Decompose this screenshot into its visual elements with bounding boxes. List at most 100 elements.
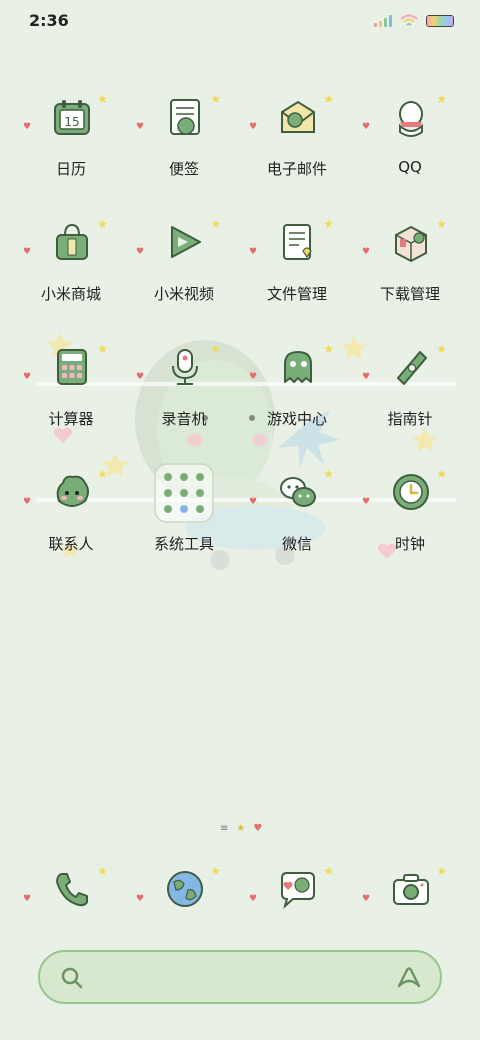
heart-icon: ♥ <box>362 497 371 507</box>
system-tools-folder-icon <box>154 463 214 523</box>
menu-lines-icon: ≡ <box>220 823 229 834</box>
game-center-icon <box>284 351 312 383</box>
app-label: 系统工具 <box>153 535 214 553</box>
app-email[interactable]: ♥ ★ 电子邮件 <box>242 88 352 198</box>
heart-icon: ♥ <box>136 372 145 382</box>
app-label: 计算器 <box>48 410 94 428</box>
star-icon: ★ <box>436 864 447 878</box>
phone-icon <box>56 873 88 907</box>
star-icon: ★ <box>436 467 447 481</box>
heart-icon: ♥ <box>249 122 258 132</box>
dock-phone[interactable]: ♥ ★ <box>16 860 126 930</box>
app-label: 录音机 <box>161 410 207 428</box>
app-label: 下载管理 <box>379 285 440 303</box>
heart-icon: ♥ <box>362 372 371 382</box>
app-label: 小米视频 <box>153 285 214 303</box>
app-system-tools-folder[interactable]: 系统工具 <box>129 463 239 573</box>
mi-video-icon <box>171 226 201 258</box>
app-label: 小米商城 <box>40 285 101 303</box>
calendar-icon: 15 <box>54 100 90 135</box>
app-contacts[interactable]: ♥ ★ 联系人 <box>16 463 126 573</box>
heart-icon: ♥ <box>249 372 258 382</box>
app-mi-store[interactable]: ♥ ★ 小米商城 <box>16 213 126 323</box>
dock-camera[interactable]: ♥ ★ <box>355 860 465 930</box>
star-icon: ★ <box>210 864 221 878</box>
app-game-center[interactable]: ♥ ★ 游戏中心 <box>242 338 352 448</box>
heart-icon: ♥ <box>249 247 258 257</box>
app-file-manager[interactable]: ♥ ★ 文件管理 <box>242 213 352 323</box>
status-icons <box>374 14 454 28</box>
app-recorder[interactable]: ♥ ★ 录音机 <box>129 338 239 448</box>
heart-icon: ♥ <box>136 894 145 904</box>
camera-icon <box>393 874 429 905</box>
star-icon: ★ <box>210 92 221 106</box>
star-icon: ★ <box>210 342 221 356</box>
heart-icon: ♥ <box>362 894 371 904</box>
heart-icon: ♥ <box>136 247 145 257</box>
star-page-dot-icon: ★ <box>236 823 246 834</box>
star-icon: ★ <box>323 864 334 878</box>
heart-icon: ♥ <box>23 497 32 507</box>
app-label: 微信 <box>281 535 312 553</box>
heart-icon: ♥ <box>249 894 258 904</box>
dock-messages[interactable]: ♥ ★ <box>242 860 352 930</box>
dock-browser[interactable]: ♥ ★ <box>129 860 239 930</box>
app-downloads[interactable]: ♥ ★ 下载管理 <box>355 213 465 323</box>
search-icon[interactable] <box>60 966 84 990</box>
wechat-icon <box>280 477 316 507</box>
assistant-icon[interactable] <box>396 966 422 990</box>
mi-store-icon <box>56 223 88 260</box>
star-icon: ★ <box>323 92 334 106</box>
star-icon: ★ <box>323 467 334 481</box>
signal-icon <box>374 15 392 27</box>
app-calendar[interactable]: ♥ ★ 15 日历 <box>16 88 126 198</box>
battery-icon <box>426 15 454 27</box>
browser-globe-icon <box>167 871 203 907</box>
heart-icon: ♥ <box>23 894 32 904</box>
app-label: QQ <box>398 158 422 176</box>
dock: ♥ ★ ♥ ★ ♥ ★ ♥ ★ <box>0 860 480 930</box>
app-compass[interactable]: ♥ ★ 指南针 <box>355 338 465 448</box>
messages-icon <box>281 872 315 909</box>
app-calculator[interactable]: ♥ ★ 计算器 <box>16 338 126 448</box>
clock-icon <box>393 474 429 510</box>
heart-icon: ♥ <box>362 122 371 132</box>
star-icon: ★ <box>436 342 447 356</box>
status-time: 2:36 <box>29 11 69 30</box>
app-notes[interactable]: ♥ ★ 便签 <box>129 88 239 198</box>
calendar-date-text: 15 <box>64 115 79 129</box>
app-label: 指南针 <box>387 410 433 428</box>
heart-page-dot-icon: ♥ <box>253 823 263 834</box>
app-label: 便签 <box>168 160 199 178</box>
calculator-icon <box>57 349 87 385</box>
app-clock[interactable]: ♥ ★ 时钟 <box>355 463 465 573</box>
heart-icon: ♥ <box>23 122 32 132</box>
notes-icon <box>170 99 200 135</box>
app-label: 日历 <box>55 160 86 178</box>
app-wechat[interactable]: ♥ ★ 微信 <box>242 463 352 573</box>
search-bar[interactable] <box>38 950 442 1004</box>
wifi-icon <box>400 14 418 26</box>
star-icon: ★ <box>323 217 334 231</box>
downloads-icon <box>395 225 427 263</box>
star-icon: ★ <box>97 217 108 231</box>
star-icon: ★ <box>97 92 108 106</box>
star-icon: ★ <box>323 342 334 356</box>
page-indicator[interactable]: ≡ ★ ♥ <box>220 823 262 834</box>
star-icon: ★ <box>436 92 447 106</box>
app-mi-video[interactable]: ♥ ★ 小米视频 <box>129 213 239 323</box>
status-bar: 2:36 <box>0 0 480 42</box>
app-qq[interactable]: ♥ ★ QQ <box>355 88 465 198</box>
star-icon: ★ <box>97 342 108 356</box>
heart-icon: ♥ <box>23 247 32 257</box>
star-icon: ★ <box>210 217 221 231</box>
app-label: 文件管理 <box>266 285 327 303</box>
star-icon: ★ <box>97 467 108 481</box>
contacts-icon <box>56 475 89 507</box>
heart-icon: ♥ <box>249 497 258 507</box>
file-manager-icon <box>283 224 312 260</box>
recorder-icon <box>172 349 198 385</box>
heart-icon: ♥ <box>136 122 145 132</box>
app-label: 联系人 <box>48 535 94 553</box>
qq-icon <box>399 101 423 137</box>
